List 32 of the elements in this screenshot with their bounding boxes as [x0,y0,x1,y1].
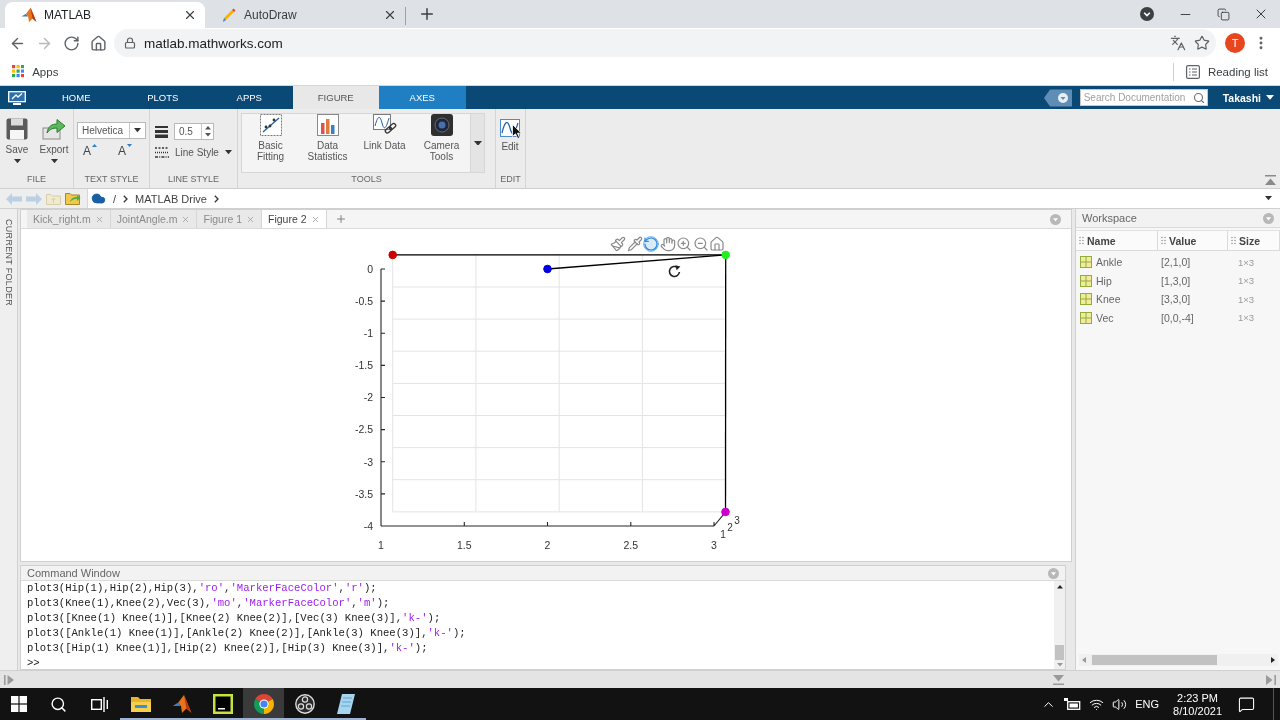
variable-size: 1×3 [1237,275,1256,287]
variable-size: 1×3 [1237,293,1256,305]
group-label: LINE STYLE [167,173,220,186]
group-label: FILE [26,173,47,186]
group-label: TEXT STYLE [83,173,140,186]
panel-title: Workspace [1082,212,1137,224]
tick-label: -2 [363,391,373,404]
code-line: plot3(Knee(1),Knee(2),Vec(3),'mo','MarkerFaceColor','m'); [27,596,390,611]
tick-label: -0.5 [354,294,373,307]
depth-tick-label: 1 [720,529,726,540]
tick-label: -3 [363,455,373,468]
variable-value: [2,1,0] [1160,256,1192,269]
depth-tick-label: 3 [734,514,740,526]
code-line: plot3(Hip(1),Hip(2),Hip(3),'ro','MarkerFaceColor','r'); [27,581,377,596]
group-label: EDIT [499,173,522,186]
group-label: TOOLS [350,173,383,186]
code-line: plot3([Knee(1) Knee(1)],[Knee(2) Knee(2)],[Vec(3) Knee(3)],'k-'); [27,611,441,626]
variable-size: 1×3 [1237,256,1256,268]
variable-value: [1,3,0] [1160,274,1192,287]
tick-label: -4 [363,519,373,532]
variable-value: [0,0,-4] [1160,311,1195,324]
depth-tick-label: 2 [727,521,733,533]
tick-label: -2.5 [354,423,373,436]
tick-label: -3.5 [354,487,373,500]
variable-value: [3,3,0] [1160,293,1192,306]
tick-label: 0 [367,262,373,275]
variable-size: 1×3 [1237,312,1256,324]
tick-label: -1.5 [354,359,373,372]
code-line: plot3([Ankle(1) Knee(1)],[Ankle(2) Knee(2)],[Ankle(3) Knee(3)],'k-'); [27,626,466,641]
panel-title: Command Window [27,567,120,579]
code-line: plot3([Hip(1) Knee(1)],[Hip(2) Knee(2)],[Hip(3) Knee(3)],'k-'); [27,641,428,656]
tick-label: -1 [363,327,373,339]
